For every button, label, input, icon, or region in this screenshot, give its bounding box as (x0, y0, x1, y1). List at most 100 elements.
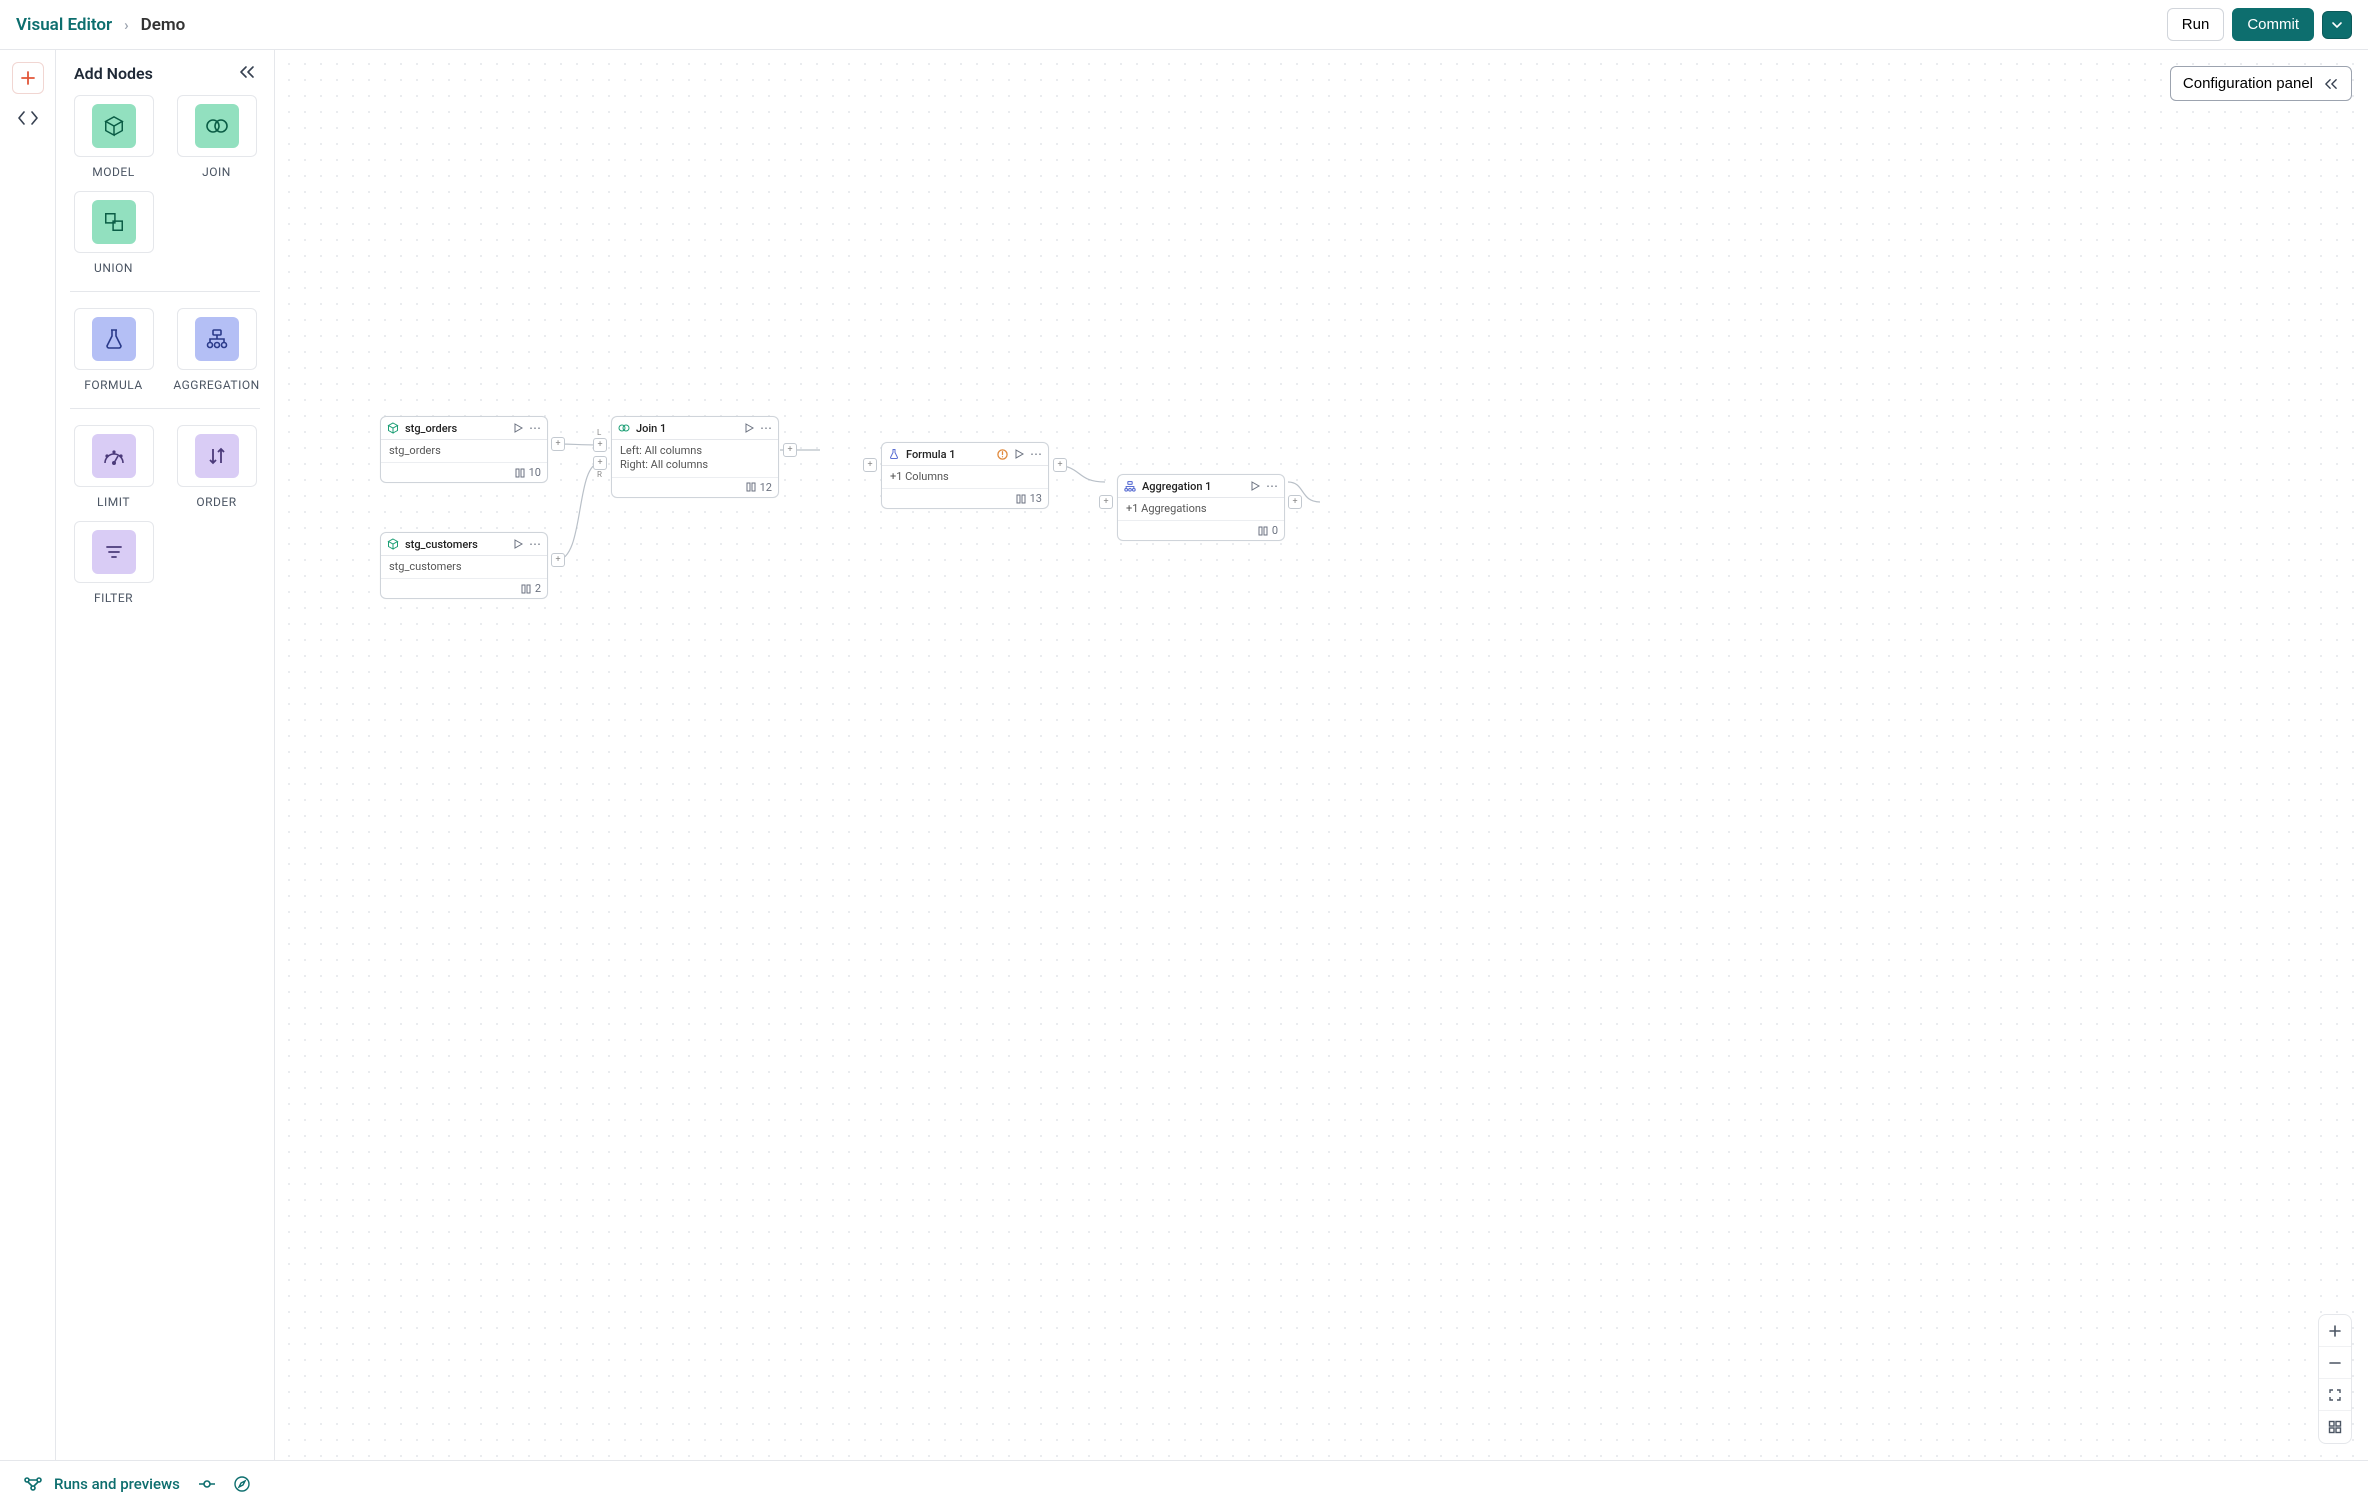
model-icon (387, 422, 399, 434)
join-left-text: Left: All columns (620, 444, 770, 458)
node-aggregation-1[interactable]: Aggregation 1 ⋯ +1 Aggregations 0 (1117, 474, 1285, 541)
node-title: Join 1 (636, 422, 738, 435)
flask-icon (888, 448, 900, 460)
node-type-model[interactable] (74, 95, 154, 157)
grid-view-button[interactable] (2319, 1411, 2351, 1443)
runs-and-previews-label: Runs and previews (54, 1475, 180, 1493)
gauge-icon (103, 447, 125, 465)
warning-icon (997, 449, 1008, 460)
configuration-panel-button[interactable]: Configuration panel (2170, 66, 2352, 101)
canvas[interactable]: Configuration panel stg_orders ⋯ stg_ord… (275, 50, 2368, 1460)
zoom-out-button[interactable] (2319, 1347, 2351, 1379)
breadcrumb: Visual Editor › Demo (16, 15, 185, 35)
workflow-icon (24, 1476, 42, 1492)
column-count: 13 (1030, 492, 1042, 505)
play-icon[interactable] (744, 423, 754, 433)
aggregation-icon (1124, 480, 1136, 492)
node-type-union[interactable] (74, 191, 154, 253)
output-port[interactable]: + (551, 437, 565, 451)
commit-history-button[interactable] (198, 1478, 216, 1490)
node-body: +1 Aggregations (1118, 498, 1284, 521)
more-icon[interactable]: ⋯ (529, 537, 541, 551)
node-join-1[interactable]: Join 1 ⋯ Left: All columns Right: All co… (611, 416, 779, 498)
columns-icon (515, 468, 525, 478)
play-icon[interactable] (513, 423, 523, 433)
columns-icon (521, 584, 531, 594)
node-formula-1[interactable]: Formula 1 ⋯ +1 Columns 13 (881, 442, 1049, 509)
node-type-order[interactable] (177, 425, 257, 487)
union-icon (103, 211, 125, 233)
play-icon[interactable] (513, 539, 523, 549)
flask-icon (104, 328, 124, 350)
more-icon[interactable]: ⋯ (529, 421, 541, 435)
node-body: +1 Columns (882, 466, 1048, 489)
app-name[interactable]: Visual Editor (16, 15, 112, 35)
more-icon[interactable]: ⋯ (1030, 447, 1042, 461)
node-type-join[interactable] (177, 95, 257, 157)
sort-icon (207, 446, 227, 466)
run-button[interactable]: Run (2167, 8, 2225, 41)
collapse-sidebar-button[interactable] (238, 64, 256, 83)
code-view-button[interactable] (18, 110, 38, 126)
node-type-label: LIMIT (97, 495, 130, 509)
compass-button[interactable] (234, 1476, 250, 1492)
port-label-right: R (597, 470, 602, 479)
node-type-limit[interactable] (74, 425, 154, 487)
chevron-down-icon (2331, 19, 2343, 31)
output-port[interactable]: + (1053, 458, 1067, 472)
node-body: Left: All columns Right: All columns (612, 440, 778, 478)
input-port[interactable]: + (1099, 495, 1113, 509)
add-button[interactable] (12, 62, 44, 94)
more-icon[interactable]: ⋯ (760, 421, 772, 435)
zoom-controls (2318, 1314, 2352, 1444)
node-body: stg_customers (381, 556, 547, 579)
output-port[interactable]: + (783, 443, 797, 457)
output-port[interactable]: + (1288, 495, 1302, 509)
commit-button[interactable]: Commit (2232, 8, 2314, 41)
zoom-in-button[interactable] (2319, 1315, 2351, 1347)
node-type-label: JOIN (202, 165, 231, 179)
join-icon (205, 117, 229, 135)
node-stg-orders[interactable]: stg_orders ⋯ stg_orders 10 (380, 416, 548, 483)
node-title: Formula 1 (906, 448, 991, 461)
node-type-label: FORMULA (84, 378, 142, 392)
fit-view-button[interactable] (2319, 1379, 2351, 1411)
join-icon (618, 422, 630, 434)
more-icon[interactable]: ⋯ (1266, 479, 1278, 493)
output-port[interactable]: + (551, 553, 565, 567)
filter-icon (105, 544, 123, 560)
page-title[interactable]: Demo (141, 15, 186, 35)
divider (70, 408, 260, 409)
column-count: 10 (529, 466, 541, 479)
node-type-filter[interactable] (74, 521, 154, 583)
node-title: stg_orders (405, 422, 507, 435)
node-type-label: UNION (94, 261, 133, 275)
columns-icon (746, 482, 756, 492)
commit-dropdown-button[interactable] (2322, 11, 2352, 39)
node-type-label: AGGREGATION (173, 378, 259, 392)
configuration-panel-label: Configuration panel (2183, 75, 2313, 92)
node-type-aggregation[interactable] (177, 308, 257, 370)
columns-icon (1016, 494, 1026, 504)
input-port-left[interactable]: + (593, 438, 607, 452)
node-type-label: FILTER (94, 591, 133, 605)
aggregation-icon (206, 329, 228, 349)
input-port[interactable]: + (863, 458, 877, 472)
column-count: 2 (535, 582, 541, 595)
node-type-label: ORDER (196, 495, 236, 509)
cube-icon (103, 115, 125, 137)
input-port-right[interactable]: + (593, 456, 607, 470)
node-body: stg_orders (381, 440, 547, 463)
collapse-right-icon (2323, 78, 2339, 90)
left-rail (0, 50, 56, 1460)
play-icon[interactable] (1250, 481, 1260, 491)
node-title: stg_customers (405, 538, 507, 551)
node-type-label: MODEL (92, 165, 134, 179)
add-nodes-sidebar: Add Nodes MODEL JOIN (56, 50, 275, 1460)
columns-icon (1258, 526, 1268, 536)
node-type-formula[interactable] (74, 308, 154, 370)
play-icon[interactable] (1014, 449, 1024, 459)
runs-and-previews-button[interactable]: Runs and previews (24, 1475, 180, 1493)
node-stg-customers[interactable]: stg_customers ⋯ stg_customers 2 (380, 532, 548, 599)
divider (70, 291, 260, 292)
